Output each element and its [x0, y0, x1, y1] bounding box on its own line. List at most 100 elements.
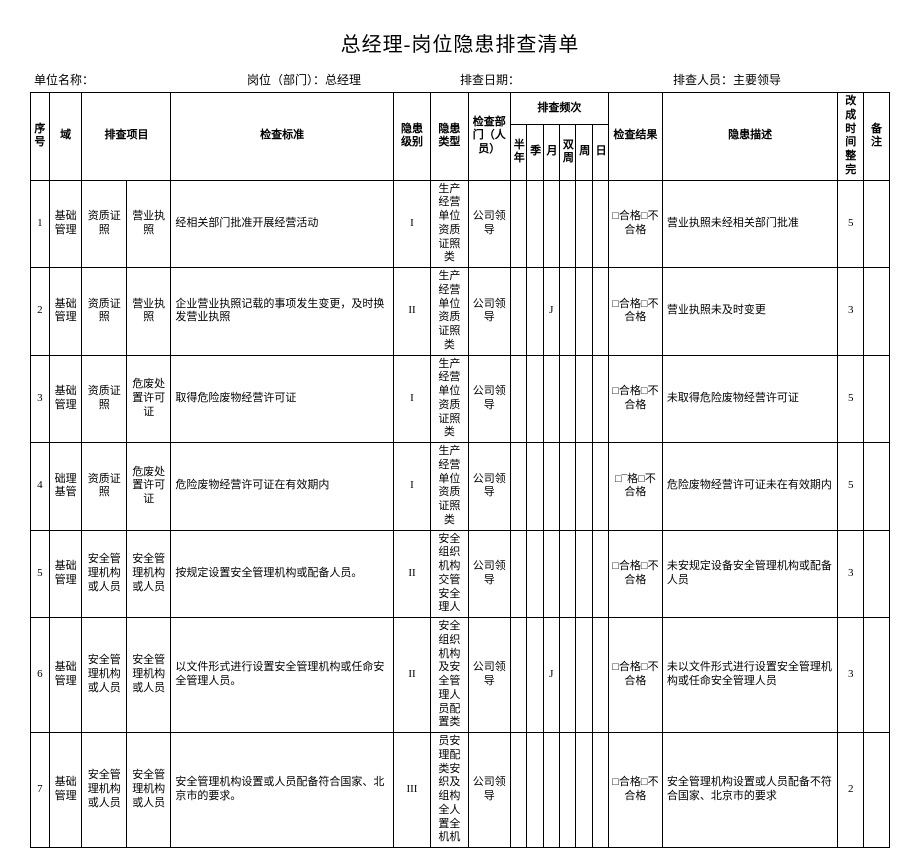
- th-freq-3: 双周: [559, 125, 575, 181]
- cell-type: 员安理配类安织及组构全人置全机机: [431, 733, 468, 848]
- th-result: 检查结果: [609, 93, 663, 181]
- cell-item2: 安全管理机构或人员: [126, 618, 170, 733]
- cell-std: 以文件形式进行设置安全管理机构或任命安全管理人员。: [171, 618, 393, 733]
- cell-seq: 7: [31, 733, 50, 848]
- th-cat: 域: [49, 93, 82, 181]
- cell-note: [864, 268, 890, 356]
- meta-unit: 单位名称：: [34, 71, 247, 88]
- cell-note: [864, 530, 890, 618]
- cell-freq-4: [576, 268, 592, 356]
- cell-item2: 危废处置许可证: [126, 443, 170, 531]
- cell-item2: 营业执照: [126, 268, 170, 356]
- cell-freq-4: [576, 443, 592, 531]
- cell-freq-3: [559, 733, 575, 848]
- cell-std: 取得危险废物经营许可证: [171, 355, 393, 443]
- cell-freq-3: [559, 355, 575, 443]
- cell-freq-5: [592, 180, 608, 268]
- cell-freq-1: [527, 618, 543, 733]
- cell-dept: 公司领导: [468, 443, 510, 531]
- cell-cat: 基础管理: [49, 618, 82, 733]
- cell-freq-2: J: [543, 618, 559, 733]
- cell-dept: 公司领导: [468, 268, 510, 356]
- cell-freq-5: [592, 355, 608, 443]
- cell-desc: 营业执照未及时变更: [662, 268, 838, 356]
- cell-std: 经相关部门批准开展经营活动: [171, 180, 393, 268]
- cell-type: 安全组织机构交管安全理人: [431, 530, 468, 618]
- th-std: 检查标准: [171, 93, 393, 181]
- cell-item2: 安全管理机构或人员: [126, 733, 170, 848]
- cell-std: 安全管理机构设置或人员配备符合国家、北京市的要求。: [171, 733, 393, 848]
- th-freq-4: 周: [576, 125, 592, 181]
- checklist-table: 序号 域 排查项目 检查标准 隐患级别 隐患类型 检查部门（人员） 排查频次 检…: [30, 92, 890, 848]
- cell-freq-4: [576, 355, 592, 443]
- cell-seq: 6: [31, 618, 50, 733]
- th-type: 隐患类型: [431, 93, 468, 181]
- cell-seq: 5: [31, 530, 50, 618]
- table-row: 4础理基管资质证照危废处置许可证危险废物经营许可证在有效期内I生产经营单位资质证…: [31, 443, 890, 531]
- th-freq-5: 日: [592, 125, 608, 181]
- cell-freq-3: [559, 530, 575, 618]
- cell-std: 危险废物经营许可证在有效期内: [171, 443, 393, 531]
- cell-days: 5: [838, 443, 864, 531]
- cell-item1: 资质证照: [82, 180, 126, 268]
- th-seq: 序号: [31, 93, 50, 181]
- cell-freq-1: [527, 733, 543, 848]
- cell-days: 3: [838, 268, 864, 356]
- th-dept: 检查部门（人员）: [468, 93, 510, 181]
- th-days: 改成时间整完: [838, 93, 864, 181]
- cell-result: □合格□不合格: [609, 355, 663, 443]
- th-freq: 排查频次: [510, 93, 608, 125]
- cell-freq-5: [592, 733, 608, 848]
- cell-freq-4: [576, 618, 592, 733]
- cell-item1: 资质证照: [82, 268, 126, 356]
- cell-level: I: [393, 180, 430, 268]
- cell-freq-1: [527, 443, 543, 531]
- cell-cat: 基础管理: [49, 355, 82, 443]
- table-row: 3基础管理资质证照危废处置许可证取得危险废物经营许可证I生产经营单位资质证照类公…: [31, 355, 890, 443]
- cell-cat: 基础管理: [49, 180, 82, 268]
- table-body: 1基础管理资质证照营业执照经相关部门批准开展经营活动I生产经营单位资质证照类公司…: [31, 180, 890, 848]
- meta-date: 排查日期：: [460, 71, 673, 88]
- cell-freq-0: [510, 530, 526, 618]
- cell-days: 3: [838, 618, 864, 733]
- cell-dept: 公司领导: [468, 355, 510, 443]
- cell-std: 企业营业执照记载的事项发生变更，及时换发营业执照: [171, 268, 393, 356]
- cell-freq-1: [527, 268, 543, 356]
- cell-type: 生产经营单位资质证照类: [431, 268, 468, 356]
- cell-item2: 危废处置许可证: [126, 355, 170, 443]
- cell-freq-2: [543, 180, 559, 268]
- cell-cat: 基础管理: [49, 530, 82, 618]
- th-level: 隐患级别: [393, 93, 430, 181]
- cell-type: 安全组织机构及安全管理人员配置类: [431, 618, 468, 733]
- cell-item1: 安全管理机构或人员: [82, 618, 126, 733]
- meta-person: 排查人员：主要领导: [673, 71, 886, 88]
- cell-result: □合格□不合格: [609, 268, 663, 356]
- table-row: 5基础管理安全管理机构或人员安全管理机构或人员按规定设置安全管理机构或配备人员。…: [31, 530, 890, 618]
- cell-type: 生产经营单位资质证照类: [431, 443, 468, 531]
- cell-type: 生产经营单位资质证照类: [431, 180, 468, 268]
- cell-freq-2: [543, 530, 559, 618]
- table-row: 1基础管理资质证照营业执照经相关部门批准开展经营活动I生产经营单位资质证照类公司…: [31, 180, 890, 268]
- th-freq-1: 季: [527, 125, 543, 181]
- page-title: 总经理-岗位隐患排查清单: [30, 28, 890, 57]
- cell-type: 生产经营单位资质证照类: [431, 355, 468, 443]
- cell-level: I: [393, 443, 430, 531]
- cell-result: □合格□不合格: [609, 180, 663, 268]
- cell-note: [864, 733, 890, 848]
- cell-freq-3: [559, 180, 575, 268]
- cell-freq-5: [592, 443, 608, 531]
- cell-item2: 安全管理机构或人员: [126, 530, 170, 618]
- cell-cat: 基础管理: [49, 268, 82, 356]
- cell-dept: 公司领导: [468, 618, 510, 733]
- cell-note: [864, 443, 890, 531]
- cell-freq-1: [527, 355, 543, 443]
- cell-freq-3: [559, 443, 575, 531]
- cell-freq-5: [592, 268, 608, 356]
- cell-desc: 未取得危险废物经营许可证: [662, 355, 838, 443]
- th-item: 排查项目: [82, 93, 171, 181]
- cell-freq-2: [543, 443, 559, 531]
- cell-note: [864, 618, 890, 733]
- cell-item1: 安全管理机构或人员: [82, 733, 126, 848]
- table-row: 6基础管理安全管理机构或人员安全管理机构或人员以文件形式进行设置安全管理机构或任…: [31, 618, 890, 733]
- cell-cat: 基础管理: [49, 733, 82, 848]
